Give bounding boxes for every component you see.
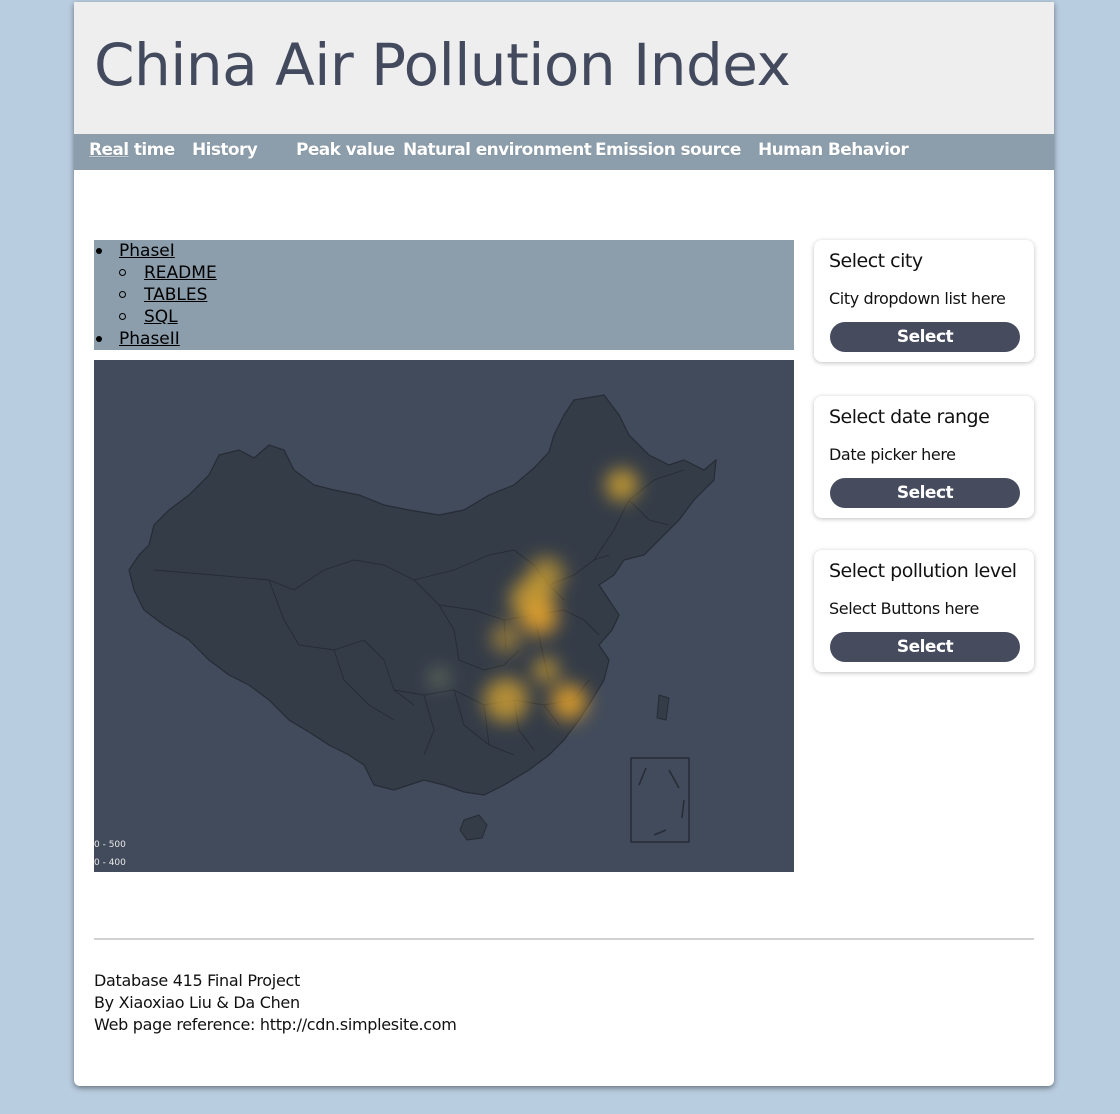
card-title: Select date range (829, 406, 990, 428)
nav-peak-value[interactable]: Peak value (296, 134, 395, 170)
main-nav: Real time History Peak value Natural env… (74, 134, 1054, 170)
link-sql[interactable]: SQL (144, 306, 178, 328)
nav-natural-environment[interactable]: Natural environment (403, 134, 592, 170)
select-city-card: Select city City dropdown list here Sele… (814, 240, 1034, 362)
select-pollution-card: Select pollution level Select Buttons he… (814, 550, 1034, 672)
china-landmass (128, 394, 717, 796)
list-item-phase1: PhaseI (94, 240, 794, 262)
south-china-sea-inset (630, 757, 690, 843)
select-pollution-button[interactable]: Select (830, 632, 1020, 662)
list-item-tables: TABLES (94, 284, 794, 306)
footer-divider (94, 938, 1034, 940)
select-city-button[interactable]: Select (830, 322, 1020, 352)
nav-real-time-label-hl: Real (89, 140, 129, 160)
nav-real-time[interactable]: Real time (89, 134, 175, 170)
select-date-card: Select date range Date picker here Selec… (814, 396, 1034, 518)
circle-bullet-icon (119, 313, 126, 320)
nav-history[interactable]: History (192, 134, 258, 170)
phase-menu: PhaseI README TABLES SQL PhaseII (94, 240, 794, 350)
card-title: Select city (829, 250, 923, 272)
legend-label-1: 0 - 500 (94, 840, 126, 850)
list-item-phase2: PhaseII (94, 328, 794, 350)
pollution-heatmap[interactable]: 0 - 500 0 - 400 (94, 360, 794, 872)
link-phase1[interactable]: PhaseI (119, 240, 175, 262)
card-title: Select pollution level (829, 560, 1017, 582)
city-dropdown-placeholder[interactable]: City dropdown list here (829, 289, 1006, 308)
taiwan-island (656, 694, 670, 721)
link-phase2[interactable]: PhaseII (119, 328, 180, 350)
link-tables[interactable]: TABLES (144, 284, 207, 306)
legend-label-2: 0 - 400 (94, 858, 126, 868)
footer-project: Database 415 Final Project (94, 971, 300, 990)
nav-emission-source[interactable]: Emission source (595, 134, 741, 170)
footer-authors: By Xiaoxiao Liu & Da Chen (94, 993, 300, 1012)
nav-real-time-label-rest: time (128, 140, 175, 160)
bullet-icon (96, 336, 102, 342)
list-item-readme: README (94, 262, 794, 284)
select-date-button[interactable]: Select (830, 478, 1020, 508)
list-item-sql: SQL (94, 306, 794, 328)
footer-reference: Web page reference: http://cdn.simplesit… (94, 1015, 457, 1034)
page-container: China Air Pollution Index Real time Hist… (74, 2, 1054, 1086)
bullet-icon (96, 248, 102, 254)
hainan-island (459, 814, 488, 841)
pollution-buttons-placeholder[interactable]: Select Buttons here (829, 599, 979, 618)
nav-human-behavior[interactable]: Human Behavior (758, 134, 909, 170)
site-header: China Air Pollution Index (74, 2, 1054, 134)
china-map (128, 394, 717, 843)
inset-dashes (638, 767, 685, 836)
link-readme[interactable]: README (144, 262, 217, 284)
site-footer: Database 415 Final Project By Xiaoxiao L… (94, 970, 457, 1036)
circle-bullet-icon (119, 291, 126, 298)
site-title: China Air Pollution Index (94, 31, 791, 99)
circle-bullet-icon (119, 269, 126, 276)
date-picker-placeholder[interactable]: Date picker here (829, 445, 956, 464)
